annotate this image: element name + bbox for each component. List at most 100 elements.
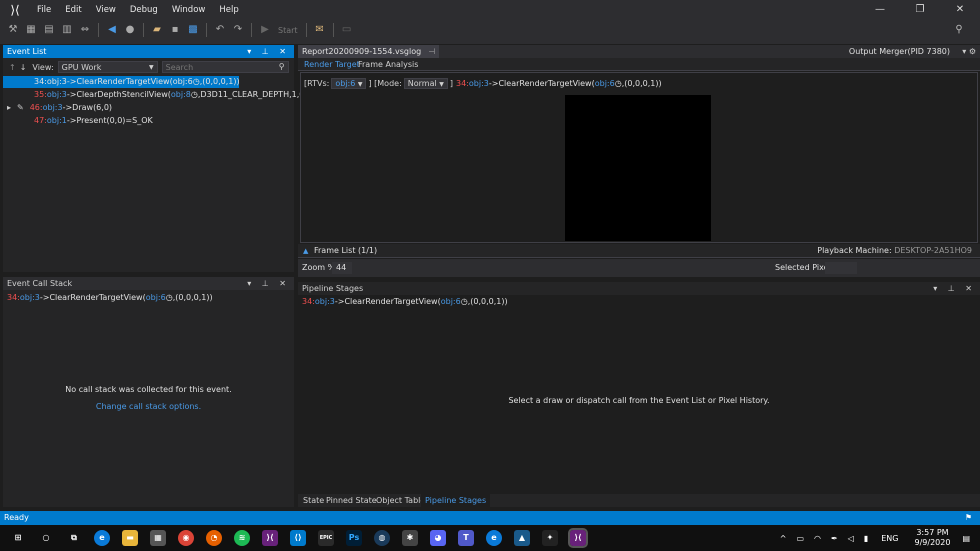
event-obj[interactable]: obj:3 bbox=[47, 90, 67, 99]
toolbar-separator bbox=[206, 23, 207, 37]
change-call-stack-link[interactable]: Change call stack options. bbox=[3, 402, 294, 411]
windows-start-icon[interactable]: ⊞ bbox=[10, 530, 26, 546]
clock[interactable]: 3:57 PM 9/9/2020 bbox=[915, 528, 951, 548]
tray-chevron-icon[interactable]: ^ bbox=[780, 534, 787, 543]
event-obj[interactable]: obj:3 bbox=[43, 103, 63, 112]
app-icon-2[interactable]: ▲ bbox=[514, 530, 530, 546]
pen-icon[interactable]: ✒ bbox=[831, 534, 838, 543]
event-obj[interactable]: obj:3 bbox=[20, 293, 40, 302]
frame-list-label[interactable]: Frame List (1/1) bbox=[314, 244, 377, 258]
store-icon[interactable]: ▦ bbox=[150, 530, 166, 546]
menu-edit[interactable]: Edit bbox=[58, 0, 88, 20]
event-row-34[interactable]: 34:obj:3->ClearRenderTargetView(obj:6◷,(… bbox=[3, 76, 240, 88]
panel-controls[interactable]: ▾ ⊥ ✕ bbox=[247, 45, 290, 58]
epic-games-icon[interactable]: EPIC bbox=[318, 530, 334, 546]
vscode-icon[interactable]: ⟨⟩ bbox=[290, 530, 306, 546]
redo-icon[interactable]: ↷ bbox=[231, 23, 245, 37]
menu-view[interactable]: View bbox=[89, 0, 123, 20]
open-folder-icon[interactable]: ▰ bbox=[150, 23, 164, 37]
tool-3-icon[interactable]: ▤ bbox=[42, 23, 56, 37]
layout-icon[interactable]: ▭ bbox=[340, 23, 354, 37]
event-arg[interactable]: obj:6 bbox=[441, 297, 461, 306]
tab-pipeline-stages[interactable]: Pipeline Stages bbox=[421, 494, 491, 507]
event-call-stack-panel: Event Call Stack ▾ ⊥ ✕ 34:obj:3->ClearRe… bbox=[3, 277, 294, 507]
teams-icon[interactable]: T bbox=[458, 530, 474, 546]
menu-window[interactable]: Window bbox=[165, 0, 213, 20]
edge-icon[interactable]: e bbox=[94, 530, 110, 546]
tool-4-icon[interactable]: ▥ bbox=[60, 23, 74, 37]
tool-1-icon[interactable]: ⚒ bbox=[6, 23, 20, 37]
photoshop-icon[interactable]: Ps bbox=[346, 530, 362, 546]
event-arg[interactable]: obj:6 bbox=[146, 293, 166, 302]
save-icon[interactable]: ▪ bbox=[168, 23, 182, 37]
tool-2-icon[interactable]: ▦ bbox=[24, 23, 38, 37]
visual-studio-active-icon[interactable]: ⟩⟨ bbox=[568, 528, 588, 548]
search-input[interactable] bbox=[162, 62, 273, 72]
tool-5-icon[interactable]: ⇔ bbox=[78, 23, 92, 37]
call-obj[interactable]: obj:3 bbox=[469, 79, 489, 88]
tab-frame-analysis[interactable]: Frame Analysis bbox=[354, 58, 422, 71]
wifi-icon[interactable]: ◠ bbox=[814, 534, 821, 543]
collapse-icon[interactable]: ▲ bbox=[303, 244, 308, 258]
pin-icon[interactable]: ⊣ bbox=[428, 45, 435, 58]
visual-studio-icon[interactable]: ⟩⟨ bbox=[262, 530, 278, 546]
event-arg[interactable]: obj:8 bbox=[171, 90, 191, 99]
edge-2-icon[interactable]: e bbox=[486, 530, 502, 546]
volume-icon[interactable]: ◁ bbox=[848, 534, 854, 543]
task-view-icon[interactable]: ⧉ bbox=[66, 530, 82, 546]
battery-icon[interactable]: ▮ bbox=[864, 534, 868, 543]
discord-icon[interactable]: ◕ bbox=[430, 530, 446, 546]
mode-dropdown[interactable]: Normal ▼ bbox=[403, 78, 448, 89]
game-icon[interactable]: ✦ bbox=[542, 530, 558, 546]
language-indicator[interactable]: ENG bbox=[881, 534, 898, 543]
notification-icon[interactable]: ⚑ bbox=[965, 511, 972, 525]
chevron-down-icon: ▼ bbox=[439, 81, 444, 88]
minimize-button[interactable]: — bbox=[860, 0, 900, 20]
forward-icon[interactable]: ● bbox=[123, 23, 137, 37]
action-center-icon[interactable]: ▤ bbox=[962, 534, 970, 543]
slack-icon[interactable]: ✱ bbox=[402, 530, 418, 546]
search-circle-icon[interactable]: ○ bbox=[38, 530, 54, 546]
expand-arrow-icon[interactable]: ▸ bbox=[7, 103, 11, 112]
back-icon[interactable]: ◀ bbox=[105, 23, 119, 37]
maximize-button[interactable]: ❐ bbox=[900, 0, 940, 20]
network-icon[interactable]: ▭ bbox=[796, 534, 804, 543]
menu-debug[interactable]: Debug bbox=[123, 0, 165, 20]
chrome-icon[interactable]: ◉ bbox=[178, 530, 194, 546]
up-arrow-icon[interactable]: ↑ bbox=[9, 63, 16, 72]
event-obj[interactable]: obj:1 bbox=[47, 116, 67, 125]
search-icon[interactable]: ⚲ bbox=[279, 62, 285, 72]
panel-controls[interactable]: ▾ ⊥ ✕ bbox=[933, 282, 976, 295]
spotify-icon[interactable]: ≋ bbox=[234, 530, 250, 546]
close-button[interactable]: ✕ bbox=[940, 0, 980, 20]
event-row-47[interactable]: 47:obj:1->Present(0,0)=S_OK bbox=[3, 115, 153, 127]
zoom-input[interactable]: 44 bbox=[332, 262, 352, 274]
menu-help[interactable]: Help bbox=[212, 0, 245, 20]
start-button-label[interactable]: Start bbox=[278, 26, 298, 35]
save-all-icon[interactable]: ▩ bbox=[186, 23, 200, 37]
capture-icon[interactable]: ✉ bbox=[313, 23, 327, 37]
dropdown-gear-icons[interactable]: ▾ ⚙ bbox=[962, 45, 976, 58]
menu-file[interactable]: File bbox=[30, 0, 58, 20]
pipeline-bottom-tabs: State Pinned State Object Table Pipeline… bbox=[298, 494, 980, 507]
call-arg[interactable]: obj:6 bbox=[595, 79, 615, 88]
event-row-46[interactable]: ▸ ✎ 46:obj:3->Draw(6,0) bbox=[3, 102, 112, 114]
panel-controls[interactable]: ▾ ⊥ ✕ bbox=[247, 277, 290, 290]
event-rest: ,(0,0,0,1)) bbox=[467, 297, 508, 306]
rtvs-dropdown-value: obj:6 bbox=[335, 79, 356, 88]
document-tab[interactable]: Report20200909-1554.vsglog ⊣ bbox=[298, 45, 440, 58]
event-row-35[interactable]: 35:obj:3->ClearDepthStencilView(obj:8◷,D… bbox=[3, 89, 307, 101]
app-icon-1[interactable]: ◍ bbox=[374, 530, 390, 546]
view-dropdown[interactable]: GPU Work ▼ bbox=[57, 61, 158, 73]
down-arrow-icon[interactable]: ↓ bbox=[20, 63, 27, 72]
firefox-icon[interactable]: ◔ bbox=[206, 530, 222, 546]
start-play-icon[interactable]: ▶ bbox=[258, 23, 272, 37]
undo-icon[interactable]: ↶ bbox=[213, 23, 227, 37]
toolbar-separator bbox=[305, 23, 307, 37]
rtvs-dropdown[interactable]: obj:6 ▼ bbox=[331, 78, 367, 89]
feedback-icon[interactable]: ⚲ bbox=[952, 23, 966, 37]
render-target-image[interactable] bbox=[565, 95, 711, 241]
file-explorer-icon[interactable]: ▬ bbox=[122, 530, 138, 546]
search-box[interactable]: ⚲ bbox=[161, 61, 289, 73]
event-obj[interactable]: obj:3 bbox=[315, 297, 335, 306]
